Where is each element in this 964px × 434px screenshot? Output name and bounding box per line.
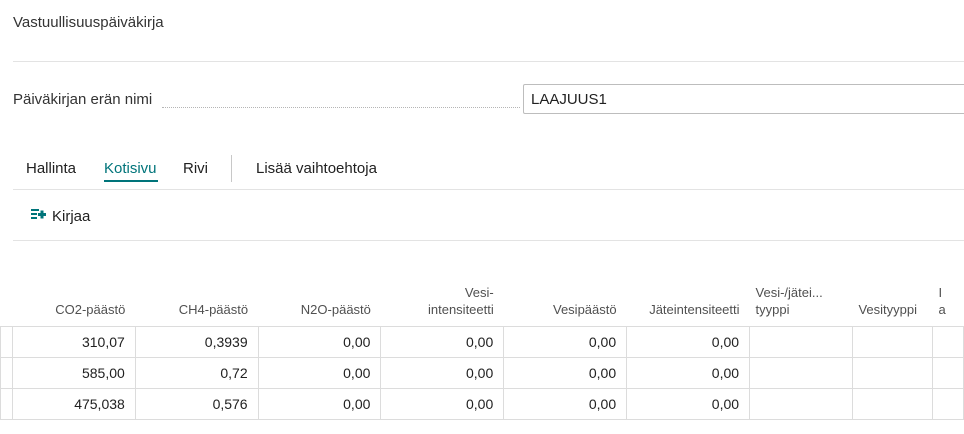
water-waste-type-cell[interactable] xyxy=(749,326,853,358)
tab-more-options[interactable]: Lisää vaihtoehtoja xyxy=(256,160,377,177)
water-waste-type-cell[interactable] xyxy=(749,388,853,420)
water-waste-type-cell[interactable] xyxy=(749,357,853,389)
water-intensity-cell[interactable]: 0,00 xyxy=(380,326,505,358)
row-margin-cell xyxy=(0,388,13,420)
next-cell[interactable] xyxy=(931,388,964,420)
waste-intensity-cell[interactable]: 0,00 xyxy=(626,388,751,420)
divider xyxy=(13,61,964,62)
ch4-cell[interactable]: 0,3939 xyxy=(134,326,259,358)
water-type-cell[interactable] xyxy=(851,357,933,389)
n2o-cell[interactable]: 0,00 xyxy=(257,388,382,420)
n2o-cell[interactable]: 0,00 xyxy=(257,357,382,389)
tab-rivi[interactable]: Rivi xyxy=(183,160,208,177)
next-cell[interactable] xyxy=(931,326,964,358)
divider xyxy=(13,189,964,190)
next-cell[interactable] xyxy=(931,357,964,389)
column-header-water-intensity[interactable]: Vesi- intensiteetti xyxy=(381,276,504,327)
table-row[interactable]: 475,038 0,576 0,00 0,00 0,00 0,00 xyxy=(0,388,964,420)
water-emission-cell[interactable]: 0,00 xyxy=(503,388,628,420)
column-header-water-emission[interactable]: Vesipäästö xyxy=(504,276,627,327)
water-emission-cell[interactable]: 0,00 xyxy=(503,326,628,358)
water-type-cell[interactable] xyxy=(851,326,933,358)
batch-name-input[interactable] xyxy=(523,84,964,114)
water-type-cell[interactable] xyxy=(851,388,933,420)
table-header-row: CO2-päästö CH4-päästö N2O-päästö Vesi- i… xyxy=(1,276,964,327)
table-row[interactable]: 310,07 0,3939 0,00 0,00 0,00 0,00 xyxy=(0,326,964,358)
water-emission-cell[interactable]: 0,00 xyxy=(503,357,628,389)
n2o-cell[interactable]: 0,00 xyxy=(257,326,382,358)
table-row[interactable]: 585,00 0,72 0,00 0,00 0,00 0,00 xyxy=(0,357,964,389)
tab-kotisivu[interactable]: Kotisivu xyxy=(104,160,157,177)
ch4-cell[interactable]: 0,576 xyxy=(134,388,259,420)
divider xyxy=(13,240,964,241)
tab-separator xyxy=(231,155,232,182)
tab-hallinta[interactable]: Hallinta xyxy=(26,160,76,177)
co2-cell[interactable]: 475,038 xyxy=(11,388,136,420)
journal-lines-table: CO2-päästö CH4-päästö N2O-päästö Vesi- i… xyxy=(0,276,964,420)
post-icon xyxy=(30,206,52,226)
water-intensity-cell[interactable]: 0,00 xyxy=(380,357,505,389)
row-margin-cell xyxy=(0,326,13,358)
batch-name-label: Päiväkirjan erän nimi xyxy=(13,91,153,108)
post-label: Kirjaa xyxy=(52,207,91,225)
ch4-cell[interactable]: 0,72 xyxy=(134,357,259,389)
column-header-margin xyxy=(1,276,13,327)
column-header-water-type[interactable]: Vesityyppi xyxy=(852,276,932,327)
water-intensity-cell[interactable]: 0,00 xyxy=(380,388,505,420)
co2-cell[interactable]: 310,07 xyxy=(11,326,136,358)
waste-intensity-cell[interactable]: 0,00 xyxy=(626,326,751,358)
co2-cell[interactable]: 585,00 xyxy=(11,357,136,389)
column-header-ch4[interactable]: CH4-päästö xyxy=(135,276,258,327)
column-header-waste-intensity[interactable]: Jäteintensiteetti xyxy=(627,276,750,327)
row-margin-cell xyxy=(0,357,13,389)
waste-intensity-cell[interactable]: 0,00 xyxy=(626,357,751,389)
column-header-water-waste-type[interactable]: Vesi-/jätei... tyyppi xyxy=(750,276,853,327)
page-title: Vastuullisuuspäiväkirja xyxy=(13,14,164,31)
column-header-next[interactable]: I a xyxy=(932,276,963,327)
column-header-co2[interactable]: CO2-päästö xyxy=(12,276,135,327)
post-button[interactable]: Kirjaa xyxy=(30,206,90,226)
column-header-n2o[interactable]: N2O-päästö xyxy=(258,276,381,327)
label-leader-dots xyxy=(162,107,520,108)
active-tab-indicator xyxy=(104,180,158,182)
